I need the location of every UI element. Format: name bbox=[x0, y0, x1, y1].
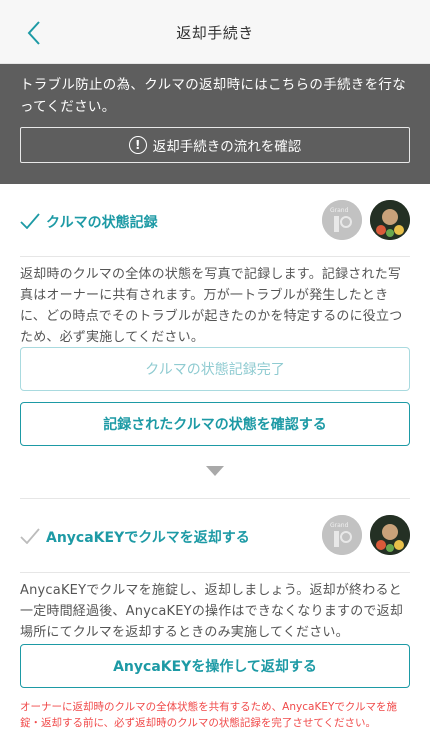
view-recorded-state-button[interactable]: 記録されたクルマの状態を確認する bbox=[20, 402, 410, 446]
return-flow-button[interactable]: ! 返却手続きの流れを確認 bbox=[20, 127, 410, 163]
nav-bar: 返却手続き bbox=[0, 0, 430, 64]
view-recorded-state-label: 記録されたクルマの状態を確認する bbox=[103, 417, 327, 433]
check-icon bbox=[20, 528, 40, 544]
owner-avatar: Grand bbox=[322, 515, 362, 555]
photo-record-complete-button[interactable]: クルマの状態記録完了 bbox=[20, 347, 410, 391]
section-photo-record-description: 返却時のクルマの全体の状態を写真で記録します。記録された写真はオーナーに共有され… bbox=[20, 267, 403, 345]
svg-text:Grand: Grand bbox=[330, 522, 349, 529]
section-anycakey-description: AnycaKEYでクルマを施錠し、返却しましょう。返却が終わると一定時間経過後、… bbox=[20, 583, 404, 640]
owner-avatar-image: Grand bbox=[322, 200, 362, 240]
page-title: 返却手続き bbox=[176, 24, 254, 42]
section-photo-record-title: クルマの状態記録 bbox=[46, 215, 158, 231]
section-divider bbox=[20, 572, 410, 573]
photo-record-complete-label: クルマの状態記録完了 bbox=[145, 362, 285, 378]
owner-avatar-image: Grand bbox=[322, 515, 362, 555]
owner-avatar: Grand bbox=[322, 200, 362, 240]
check-icon bbox=[20, 213, 40, 229]
return-flow-label: 返却手続きの流れを確認 bbox=[152, 139, 302, 155]
banner-text: トラブル防止の為、クルマの返却時にはこちらの手続きを行なってください。 bbox=[20, 77, 406, 115]
user-avatar bbox=[370, 515, 410, 555]
info-banner: トラブル防止の為、クルマの返却時にはこちらの手続きを行なってください。 ! 返却… bbox=[0, 64, 430, 184]
svg-text:Grand: Grand bbox=[330, 207, 349, 214]
section-divider bbox=[20, 256, 410, 257]
user-avatar-image bbox=[370, 200, 410, 240]
arrow-down-icon bbox=[206, 466, 224, 476]
warning-text: オーナーに返却時のクルマの全体状態を共有するため、AnycaKEYでクルマを施錠… bbox=[20, 701, 398, 729]
section-photo-record-header: クルマの状態記録 Grand bbox=[0, 190, 430, 270]
operate-anycakey-label: AnycaKEYを操作して返却する bbox=[113, 659, 317, 675]
section-divider bbox=[20, 498, 410, 499]
operate-anycakey-button[interactable]: AnycaKEYを操作して返却する bbox=[20, 644, 410, 688]
section-anycakey-title: AnycaKEYでクルマを返却する bbox=[46, 530, 250, 546]
exclamation-icon: ! bbox=[128, 136, 147, 154]
user-avatar bbox=[370, 200, 410, 240]
user-avatar-image bbox=[370, 515, 410, 555]
section-anycakey-header: AnycaKEYでクルマを返却する Grand bbox=[0, 500, 430, 580]
